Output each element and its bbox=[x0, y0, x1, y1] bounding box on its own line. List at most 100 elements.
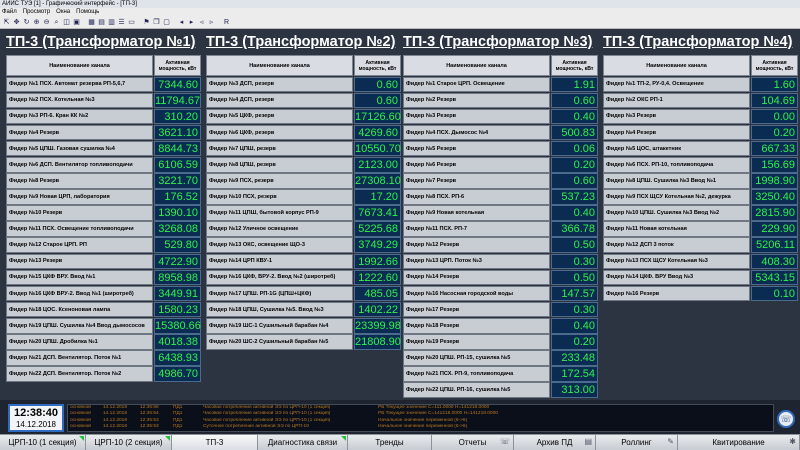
copy-icon[interactable]: ❐ bbox=[152, 18, 161, 27]
back-icon[interactable]: ◂ bbox=[177, 18, 186, 27]
nav-button[interactable]: Роллинг ✎ bbox=[596, 435, 678, 450]
nav-button[interactable]: ЦРП-10 (2 секция) bbox=[86, 435, 172, 450]
menu-view[interactable]: Просмотр bbox=[23, 8, 50, 16]
nav-button[interactable]: Тренды bbox=[348, 435, 432, 450]
power-value[interactable]: 0.60 bbox=[354, 92, 401, 109]
power-value[interactable]: 1998.90 bbox=[751, 173, 798, 189]
power-value[interactable]: 1402.22 bbox=[354, 301, 401, 318]
power-value[interactable]: 310.20 bbox=[154, 108, 201, 125]
right-icon[interactable]: ▹ bbox=[207, 18, 216, 27]
nav-button[interactable]: ЦРП-10 (1 секция) bbox=[0, 435, 86, 450]
power-value[interactable]: 147.57 bbox=[551, 285, 598, 302]
nav-button[interactable]: Отчеты ☏ bbox=[432, 435, 514, 450]
power-value[interactable]: 229.90 bbox=[751, 221, 798, 237]
power-value[interactable]: 0.00 bbox=[751, 108, 798, 125]
power-value[interactable]: 7344.60 bbox=[154, 76, 201, 93]
power-value[interactable]: 7673.41 bbox=[354, 205, 401, 221]
table-icon[interactable]: ▦ bbox=[87, 18, 96, 27]
power-value[interactable]: 485.05 bbox=[354, 285, 401, 302]
power-value[interactable]: 8844.73 bbox=[154, 140, 201, 157]
zoom-in-icon[interactable]: ⊕ bbox=[32, 18, 41, 27]
power-value[interactable]: 0.40 bbox=[551, 205, 598, 221]
power-value[interactable]: 104.69 bbox=[751, 92, 798, 109]
power-value[interactable]: 0.20 bbox=[551, 334, 598, 350]
power-value[interactable]: 366.78 bbox=[551, 221, 598, 237]
power-value[interactable]: 23399.98 bbox=[354, 317, 401, 334]
move-icon[interactable]: ✥ bbox=[12, 18, 21, 27]
paste-icon[interactable]: ▢ bbox=[162, 18, 171, 27]
power-value[interactable]: 17.20 bbox=[354, 189, 401, 205]
power-value[interactable]: 0.50 bbox=[551, 269, 598, 286]
report-icon[interactable]: R bbox=[222, 18, 231, 27]
forward-icon[interactable]: ▸ bbox=[187, 18, 196, 27]
power-value[interactable]: 6438.93 bbox=[154, 350, 201, 366]
power-value[interactable]: 4269.60 bbox=[354, 124, 401, 141]
power-value[interactable]: 0.60 bbox=[551, 173, 598, 189]
grid-icon[interactable]: ▤ bbox=[97, 18, 106, 27]
power-value[interactable]: 6106.59 bbox=[154, 156, 201, 173]
power-value[interactable]: 4986.70 bbox=[154, 366, 201, 382]
power-value[interactable]: 3268.08 bbox=[154, 221, 201, 237]
power-value[interactable]: 21808.90 bbox=[354, 334, 401, 350]
power-value[interactable]: 1580.23 bbox=[154, 301, 201, 318]
power-value[interactable]: 0.50 bbox=[551, 237, 598, 254]
panel-title[interactable]: ТП-3 (Трансформатор №3) bbox=[403, 32, 599, 53]
nav-button[interactable]: Квитирование ✱ bbox=[678, 435, 800, 450]
flag-icon[interactable]: ⚑ bbox=[142, 18, 151, 27]
power-value[interactable]: 3221.70 bbox=[154, 173, 201, 189]
power-value[interactable]: 15380.66 bbox=[154, 317, 201, 334]
power-value[interactable]: 3749.29 bbox=[354, 237, 401, 254]
power-value[interactable]: 0.20 bbox=[551, 156, 598, 173]
power-value[interactable]: 176.52 bbox=[154, 189, 201, 205]
power-value[interactable]: 313.00 bbox=[551, 382, 598, 398]
nav-button[interactable]: Диагностика связи bbox=[258, 435, 348, 450]
power-value[interactable]: 1390.10 bbox=[154, 205, 201, 221]
power-value[interactable]: 0.20 bbox=[751, 124, 798, 141]
menu-file[interactable]: Файл bbox=[2, 8, 17, 16]
power-value[interactable]: 529.80 bbox=[154, 237, 201, 254]
left-icon[interactable]: ◃ bbox=[197, 18, 206, 27]
event-log[interactable]: основной 14.12.2018 12:36:58 ПД1 Часовое пот… bbox=[67, 404, 774, 432]
power-value[interactable]: 0.30 bbox=[551, 253, 598, 270]
power-value[interactable]: 0.60 bbox=[354, 76, 401, 93]
power-value[interactable]: 3449.91 bbox=[154, 285, 201, 302]
panel-title[interactable]: ТП-3 (Трансформатор №2) bbox=[206, 32, 402, 53]
power-value[interactable]: 4722.90 bbox=[154, 253, 201, 270]
power-value[interactable]: 1.60 bbox=[751, 76, 798, 93]
power-value[interactable]: 8958.98 bbox=[154, 269, 201, 286]
panel-title[interactable]: ТП-3 (Трансформатор №1) bbox=[6, 32, 202, 53]
page-icon[interactable]: ▭ bbox=[127, 18, 136, 27]
nav-button[interactable]: ТП-3 bbox=[172, 435, 258, 450]
power-value[interactable]: 2123.00 bbox=[354, 156, 401, 173]
acknowledge-icon[interactable]: ☏ bbox=[777, 410, 795, 428]
power-value[interactable]: 0.60 bbox=[551, 92, 598, 109]
power-value[interactable]: 5343.15 bbox=[751, 269, 798, 286]
zoom-fit-icon[interactable]: ◫ bbox=[62, 18, 71, 27]
power-value[interactable]: 5225.68 bbox=[354, 221, 401, 237]
power-value[interactable]: 667.33 bbox=[751, 140, 798, 157]
power-value[interactable]: 172.54 bbox=[551, 366, 598, 382]
power-value[interactable]: 537.23 bbox=[551, 189, 598, 205]
power-value[interactable]: 27308.10 bbox=[354, 173, 401, 189]
power-value[interactable]: 408.30 bbox=[751, 253, 798, 270]
power-value[interactable]: 500.83 bbox=[551, 124, 598, 141]
menu-help[interactable]: Помощь bbox=[76, 8, 99, 16]
nav-button[interactable]: Архив ПД ▤ bbox=[514, 435, 596, 450]
power-value[interactable]: 3250.40 bbox=[751, 189, 798, 205]
zoom-out-icon[interactable]: ⊖ bbox=[42, 18, 51, 27]
power-value[interactable]: 156.69 bbox=[751, 156, 798, 173]
chart-icon[interactable]: ▥ bbox=[107, 18, 116, 27]
power-value[interactable]: 4018.38 bbox=[154, 334, 201, 350]
power-value[interactable]: 1992.66 bbox=[354, 253, 401, 270]
power-value[interactable]: 17126.60 bbox=[354, 108, 401, 125]
power-value[interactable]: 5206.11 bbox=[751, 237, 798, 254]
zoom-actual-icon[interactable]: ▣ bbox=[72, 18, 81, 27]
power-value[interactable]: 0.06 bbox=[551, 140, 598, 157]
power-value[interactable]: 3621.10 bbox=[154, 124, 201, 141]
power-value[interactable]: 233.48 bbox=[551, 350, 598, 366]
power-value[interactable]: 2815.90 bbox=[751, 205, 798, 221]
event-row[interactable]: основной 14.12.2018 12:35:53 ПД1 Суточное по… bbox=[70, 424, 771, 430]
refresh-icon[interactable]: ↻ bbox=[22, 18, 31, 27]
power-value[interactable]: 10550.70 bbox=[354, 140, 401, 157]
menu-windows[interactable]: Окна bbox=[56, 8, 70, 16]
